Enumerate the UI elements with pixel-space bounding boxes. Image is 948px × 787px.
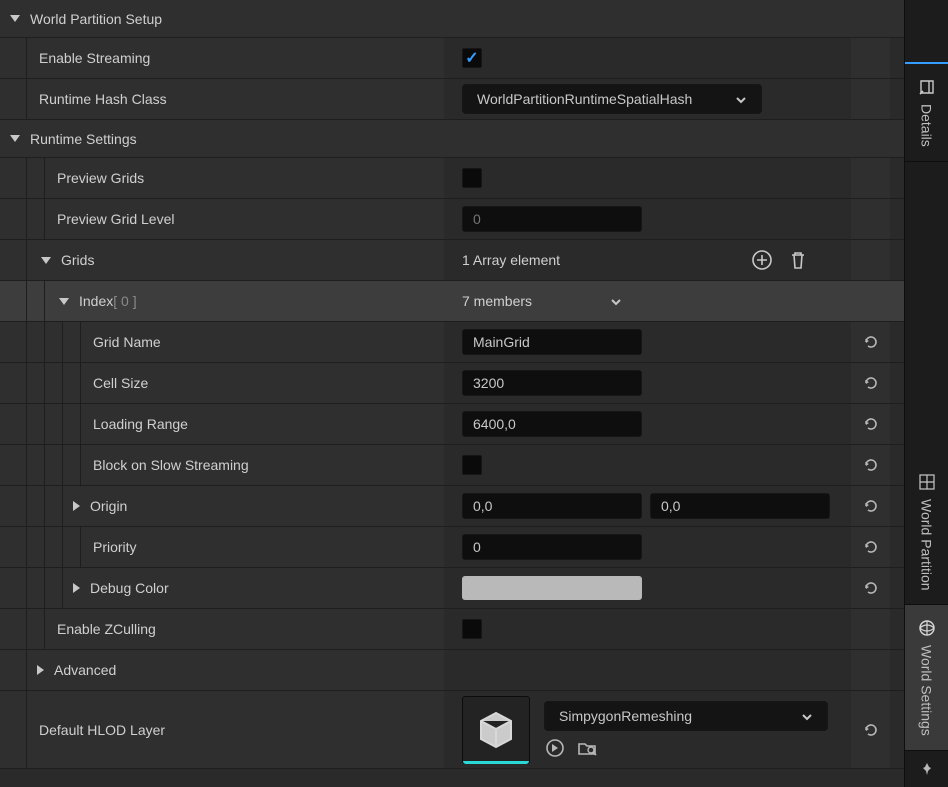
row-index-0[interactable]: Index [ 0 ] 7 members bbox=[0, 281, 904, 322]
row-default-hlod-layer: Default HLOD Layer SimpygonRemeshing bbox=[0, 691, 904, 769]
reset-icon[interactable] bbox=[862, 497, 880, 515]
dropdown-value: WorldPartitionRuntimeSpatialHash bbox=[477, 91, 692, 107]
row-enable-zculling: Enable ZCulling bbox=[0, 609, 904, 650]
trash-icon[interactable] bbox=[787, 249, 809, 271]
reset-icon[interactable] bbox=[862, 721, 880, 739]
section-world-partition-setup[interactable]: World Partition Setup bbox=[0, 0, 904, 38]
label: Preview Grids bbox=[45, 170, 144, 186]
label: Enable ZCulling bbox=[45, 621, 156, 637]
chevron-down-icon[interactable] bbox=[41, 257, 51, 264]
origin-y-input[interactable] bbox=[650, 493, 830, 519]
label: Debug Color bbox=[90, 580, 169, 596]
row-runtime-hash-class: Runtime Hash Class WorldPartitionRuntime… bbox=[0, 79, 904, 120]
runtime-hash-class-dropdown[interactable]: WorldPartitionRuntimeSpatialHash bbox=[462, 84, 762, 114]
tab-world-settings[interactable]: World Settings bbox=[905, 605, 948, 751]
hlod-thumbnail[interactable] bbox=[462, 696, 530, 764]
row-advanced[interactable]: Advanced bbox=[0, 650, 904, 691]
preview-grid-level-input[interactable] bbox=[462, 206, 642, 232]
index-bracket: [ 0 ] bbox=[113, 293, 136, 309]
row-enable-streaming: Enable Streaming bbox=[0, 38, 904, 79]
use-selection-icon[interactable] bbox=[544, 737, 566, 759]
row-grid-name: Grid Name bbox=[0, 322, 904, 363]
label: Grid Name bbox=[81, 334, 161, 350]
label: Origin bbox=[90, 498, 127, 514]
reset-icon[interactable] bbox=[862, 374, 880, 392]
label: Priority bbox=[81, 539, 137, 555]
chevron-down-icon bbox=[10, 15, 20, 22]
chevron-right-icon[interactable] bbox=[73, 501, 80, 511]
hlod-dropdown[interactable]: SimpygonRemeshing bbox=[544, 701, 828, 731]
details-panel: World Partition Setup Enable Streaming R… bbox=[0, 0, 904, 787]
add-element-icon[interactable] bbox=[751, 249, 773, 271]
details-icon bbox=[918, 78, 936, 96]
label: Loading Range bbox=[81, 416, 188, 432]
tab-label: World Settings bbox=[919, 645, 935, 736]
label: Preview Grid Level bbox=[45, 211, 175, 227]
label: Cell Size bbox=[81, 375, 148, 391]
row-block-slow-streaming: Block on Slow Streaming bbox=[0, 445, 904, 486]
section-title: Runtime Settings bbox=[30, 131, 137, 147]
tab-label: World Partition bbox=[919, 499, 935, 591]
row-origin: Origin bbox=[0, 486, 904, 527]
side-tab-bar: Details World Partition World Settings bbox=[904, 0, 948, 787]
loading-range-input[interactable] bbox=[462, 411, 642, 437]
label: Grids bbox=[61, 252, 94, 268]
row-debug-color: Debug Color bbox=[0, 568, 904, 609]
browse-icon[interactable] bbox=[576, 737, 598, 759]
tab-label: Details bbox=[919, 104, 935, 147]
chevron-down-icon bbox=[735, 93, 747, 105]
block-slow-checkbox[interactable] bbox=[462, 455, 482, 475]
array-count: 1 Array element bbox=[462, 252, 560, 268]
reset-icon[interactable] bbox=[862, 456, 880, 474]
chevron-right-icon bbox=[37, 665, 44, 675]
chevron-right-icon[interactable] bbox=[73, 583, 80, 593]
dropdown-value: SimpygonRemeshing bbox=[559, 708, 692, 724]
row-preview-grids: Preview Grids bbox=[0, 158, 904, 199]
origin-x-input[interactable] bbox=[462, 493, 642, 519]
row-cell-size: Cell Size bbox=[0, 363, 904, 404]
preview-grids-checkbox[interactable] bbox=[462, 168, 482, 188]
tab-world-partition[interactable]: World Partition bbox=[905, 459, 948, 606]
side-top-accent bbox=[905, 0, 948, 64]
row-preview-grid-level: Preview Grid Level bbox=[0, 199, 904, 240]
reset-icon[interactable] bbox=[862, 579, 880, 597]
reset-icon[interactable] bbox=[862, 415, 880, 433]
grid-name-input[interactable] bbox=[462, 329, 642, 355]
label: Advanced bbox=[54, 662, 116, 678]
cell-size-input[interactable] bbox=[462, 370, 642, 396]
debug-color-swatch[interactable] bbox=[462, 576, 642, 600]
world-partition-icon bbox=[918, 473, 936, 491]
enable-zculling-checkbox[interactable] bbox=[462, 619, 482, 639]
section-runtime-settings[interactable]: Runtime Settings bbox=[0, 120, 904, 158]
reset-icon[interactable] bbox=[862, 538, 880, 556]
chevron-down-icon bbox=[801, 710, 813, 722]
chevron-down-icon bbox=[10, 135, 20, 142]
label: Enable Streaming bbox=[27, 50, 150, 66]
label: Block on Slow Streaming bbox=[81, 457, 249, 473]
members-count: 7 members bbox=[462, 293, 532, 309]
label: Runtime Hash Class bbox=[27, 91, 167, 107]
priority-input[interactable] bbox=[462, 534, 642, 560]
enable-streaming-checkbox[interactable] bbox=[462, 48, 482, 68]
reset-icon[interactable] bbox=[862, 333, 880, 351]
chevron-down-icon[interactable] bbox=[610, 295, 622, 307]
chevron-down-icon[interactable] bbox=[59, 298, 69, 305]
label: Default HLOD Layer bbox=[27, 722, 165, 738]
tab-details[interactable]: Details bbox=[905, 64, 948, 162]
label: Index bbox=[79, 293, 113, 309]
pin-button[interactable] bbox=[905, 751, 948, 787]
section-title: World Partition Setup bbox=[30, 11, 162, 27]
row-grids: Grids 1 Array element bbox=[0, 240, 904, 281]
row-priority: Priority bbox=[0, 527, 904, 568]
row-loading-range: Loading Range bbox=[0, 404, 904, 445]
world-settings-icon bbox=[918, 619, 936, 637]
